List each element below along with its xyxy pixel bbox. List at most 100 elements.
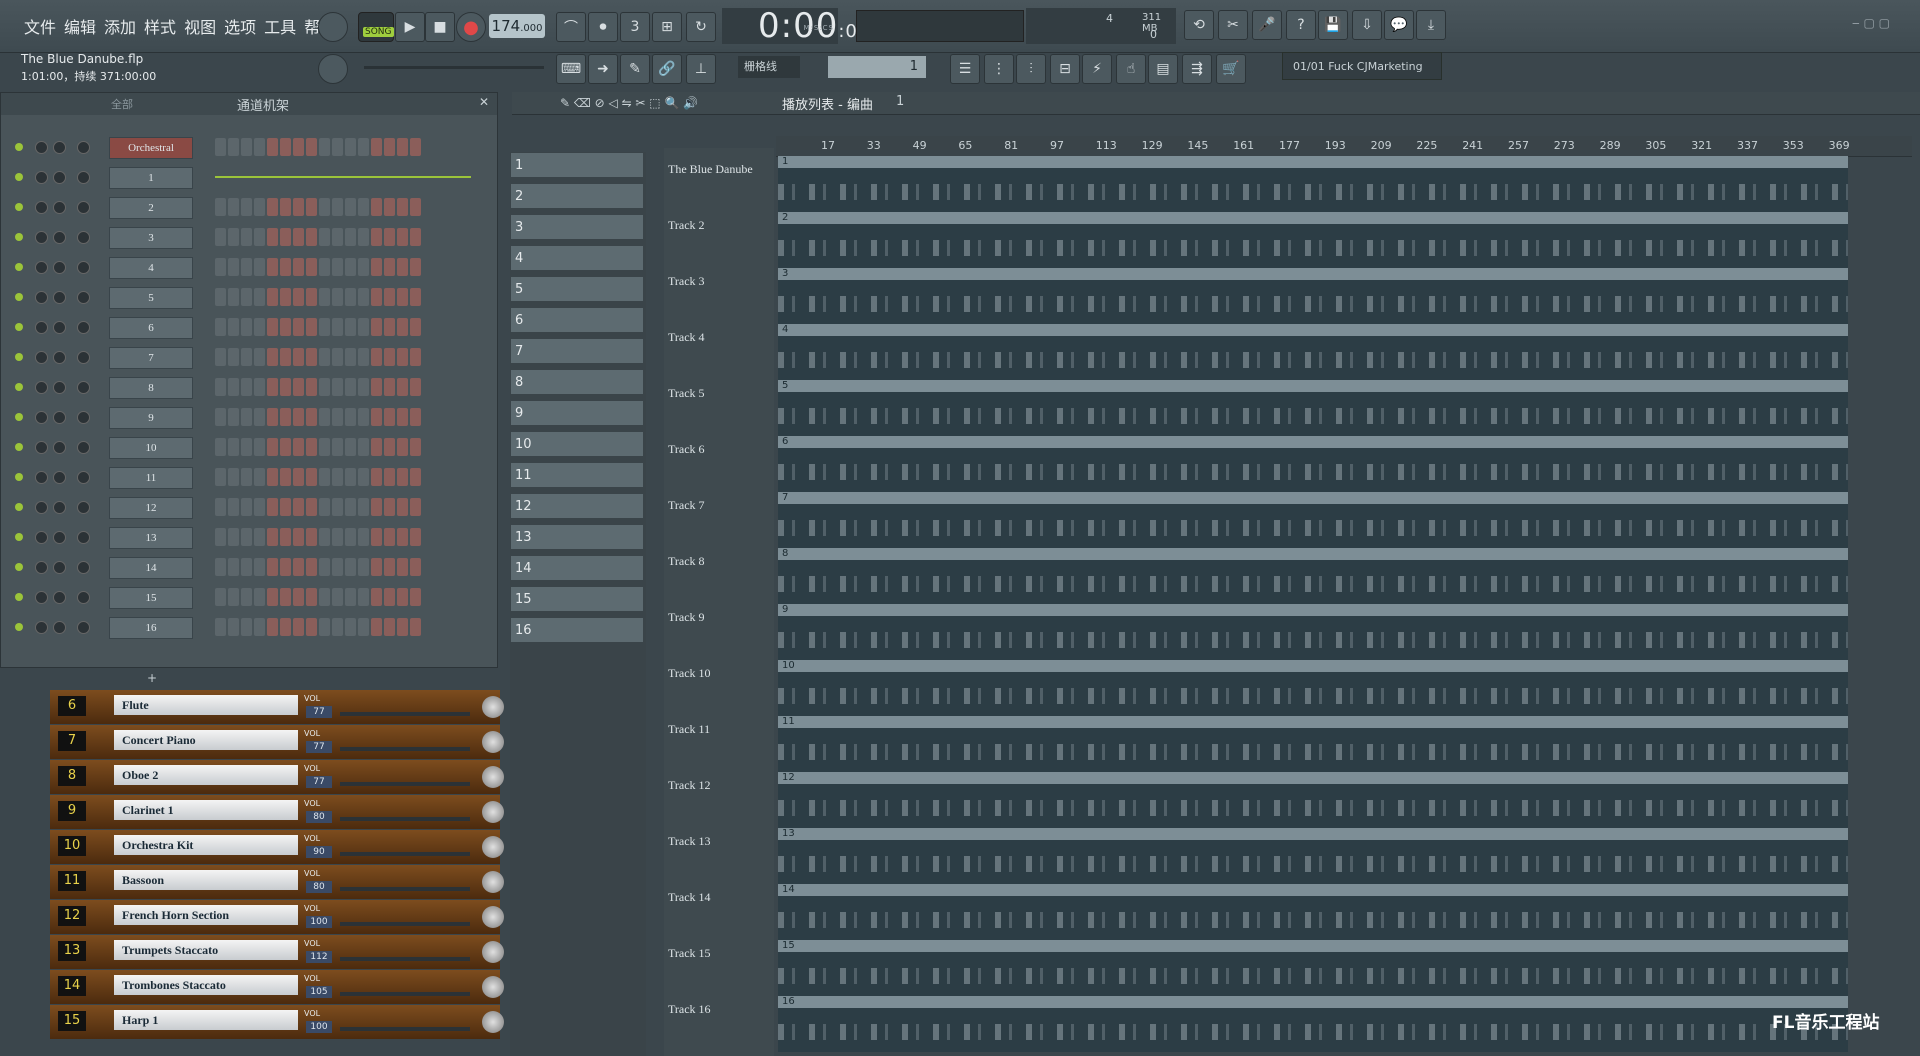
channel-knob[interactable] <box>53 441 66 454</box>
step-button[interactable] <box>410 498 421 516</box>
channel-knob[interactable] <box>77 531 90 544</box>
step-button[interactable] <box>358 228 369 246</box>
step-button[interactable] <box>215 468 226 486</box>
volume-fader[interactable] <box>340 992 470 996</box>
step-button[interactable] <box>410 138 421 156</box>
step-button[interactable] <box>306 588 317 606</box>
step-button[interactable] <box>332 348 343 366</box>
window-controls[interactable]: ‒ ▢ ▢ <box>1852 16 1890 30</box>
channel-led[interactable] <box>15 293 23 301</box>
volume-fader[interactable] <box>340 782 470 786</box>
menu-add[interactable]: 添加 <box>100 10 140 42</box>
step-button[interactable] <box>241 288 252 306</box>
step-button[interactable] <box>397 528 408 546</box>
track-label[interactable]: Track 7 <box>668 498 705 513</box>
step-button[interactable] <box>410 558 421 576</box>
mixer-track-name[interactable]: Trombones Staccato <box>114 975 298 995</box>
step-button[interactable] <box>228 318 239 336</box>
step-button[interactable] <box>241 408 252 426</box>
channel-knob[interactable] <box>35 291 48 304</box>
step-button[interactable] <box>280 318 291 336</box>
countdown-icon[interactable]: 3 <box>620 12 650 42</box>
step-button[interactable] <box>254 588 265 606</box>
step-button[interactable] <box>410 288 421 306</box>
step-button[interactable] <box>332 618 343 636</box>
channel-name[interactable]: 11 <box>109 467 193 489</box>
channel-knob[interactable] <box>77 351 90 364</box>
mixer-track-name[interactable]: Trumpets Staccato <box>114 940 298 960</box>
step-button[interactable] <box>241 318 252 336</box>
pattern-item[interactable]: 12 <box>510 493 644 519</box>
step-button[interactable] <box>267 348 278 366</box>
track-label[interactable]: Track 15 <box>668 946 711 961</box>
pattern-clip[interactable]: 9 <box>778 604 1848 660</box>
step-button[interactable] <box>254 498 265 516</box>
step-button[interactable] <box>384 318 395 336</box>
menu-patterns[interactable]: 样式 <box>140 10 180 42</box>
step-button[interactable] <box>358 438 369 456</box>
step-button[interactable] <box>332 558 343 576</box>
channel-name[interactable]: 7 <box>109 347 193 369</box>
track-label[interactable]: Track 8 <box>668 554 705 569</box>
track-label[interactable]: Track 14 <box>668 890 711 905</box>
step-button[interactable] <box>384 228 395 246</box>
step-button[interactable] <box>358 198 369 216</box>
step-button[interactable] <box>345 438 356 456</box>
step-button[interactable] <box>371 438 382 456</box>
step-button[interactable] <box>215 348 226 366</box>
step-button[interactable] <box>384 378 395 396</box>
step-button[interactable] <box>319 558 330 576</box>
step-button[interactable] <box>267 438 278 456</box>
channel-name[interactable]: 5 <box>109 287 193 309</box>
step-button[interactable] <box>228 528 239 546</box>
step-button[interactable] <box>306 408 317 426</box>
step-button[interactable] <box>228 468 239 486</box>
step-button[interactable] <box>345 378 356 396</box>
step-button[interactable] <box>280 618 291 636</box>
track-label[interactable]: Track 10 <box>668 666 711 681</box>
channel-knob[interactable] <box>77 291 90 304</box>
step-button[interactable] <box>215 228 226 246</box>
pan-knob[interactable] <box>482 976 504 998</box>
pattern-clip[interactable]: 8 <box>778 548 1848 604</box>
step-button[interactable] <box>267 528 278 546</box>
channel-name[interactable]: 14 <box>109 557 193 579</box>
step-button[interactable] <box>332 228 343 246</box>
step-button[interactable] <box>293 258 304 276</box>
pan-knob[interactable] <box>482 871 504 893</box>
step-button[interactable] <box>384 408 395 426</box>
channel-knob[interactable] <box>77 321 90 334</box>
step-button[interactable] <box>384 258 395 276</box>
step-button[interactable] <box>319 618 330 636</box>
step-button[interactable] <box>215 528 226 546</box>
step-button[interactable] <box>397 438 408 456</box>
render-icon[interactable]: ⇩ <box>1352 10 1382 40</box>
step-button[interactable] <box>267 588 278 606</box>
song-position-clock[interactable]: 0:00:00 M:S:CS <box>722 8 869 44</box>
step-button[interactable] <box>254 438 265 456</box>
step-button[interactable] <box>293 228 304 246</box>
channel-name[interactable]: 15 <box>109 587 193 609</box>
step-button[interactable] <box>306 348 317 366</box>
channel-knob[interactable] <box>35 321 48 334</box>
mixer-track-name[interactable]: Orchestra Kit <box>114 835 298 855</box>
browser-icon[interactable]: ⊟ <box>1050 54 1080 84</box>
step-button[interactable] <box>267 258 278 276</box>
step-button[interactable] <box>306 468 317 486</box>
step-button[interactable] <box>345 228 356 246</box>
step-button[interactable] <box>267 468 278 486</box>
channel-led[interactable] <box>15 443 23 451</box>
channel-knob[interactable] <box>77 171 90 184</box>
step-button[interactable] <box>280 468 291 486</box>
channel-knob[interactable] <box>53 261 66 274</box>
channel-knob[interactable] <box>53 561 66 574</box>
pattern-clip[interactable]: 4 <box>778 324 1848 380</box>
track-label[interactable]: Track 4 <box>668 330 705 345</box>
step-button[interactable] <box>384 288 395 306</box>
channel-led[interactable] <box>15 623 23 631</box>
step-button[interactable] <box>228 258 239 276</box>
channel-knob[interactable] <box>35 171 48 184</box>
step-button[interactable] <box>410 588 421 606</box>
pattern-item[interactable]: 3 <box>510 214 644 240</box>
channel-knob[interactable] <box>53 471 66 484</box>
